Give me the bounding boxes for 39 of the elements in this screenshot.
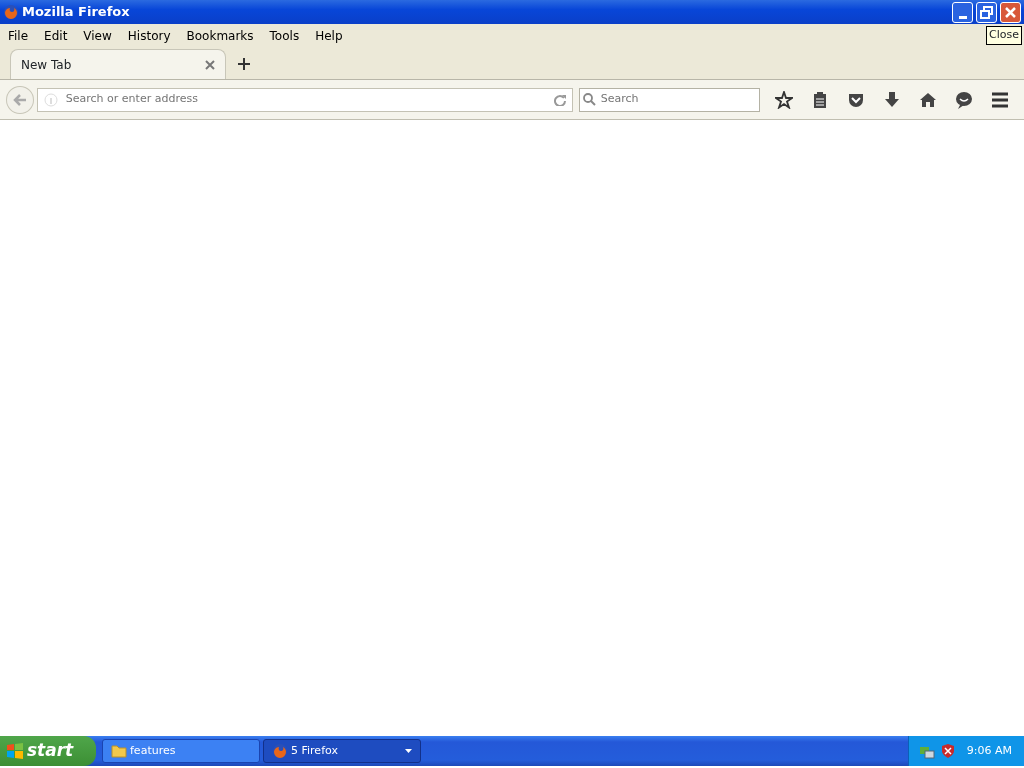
browser-tab[interactable]: New Tab: [10, 49, 226, 79]
firefox-icon: [272, 743, 288, 759]
chat-icon[interactable]: [955, 90, 974, 109]
menu-icon[interactable]: [991, 91, 1010, 108]
taskbar-button[interactable]: 5 Firefox: [263, 739, 421, 763]
reload-icon[interactable]: [553, 93, 566, 106]
menu-item[interactable]: Help: [307, 27, 351, 45]
menu-item[interactable]: Tools: [261, 27, 308, 45]
star-icon[interactable]: [775, 90, 794, 109]
menu-item[interactable]: Edit: [36, 27, 76, 45]
restore-button[interactable]: [976, 1, 997, 23]
search-bar[interactable]: Search: [578, 87, 761, 112]
search-icon: [582, 93, 596, 106]
shield-icon: [940, 743, 955, 759]
home-icon[interactable]: [919, 90, 938, 109]
menu-item[interactable]: Bookmarks: [178, 27, 262, 45]
firefox-icon: [3, 4, 19, 20]
minimize-button[interactable]: [952, 1, 973, 23]
tab-title: New Tab: [21, 56, 73, 74]
minimize-icon: [958, 15, 967, 19]
search-field[interactable]: Search: [598, 90, 757, 109]
caret-icon: [405, 749, 412, 753]
window-title: Mozilla Firefox: [22, 3, 131, 22]
download-icon[interactable]: [883, 90, 902, 109]
clock: 9:06 AM: [966, 742, 1012, 759]
menu-item[interactable]: File: [0, 27, 37, 45]
plus-icon[interactable]: [238, 58, 250, 70]
close-icon[interactable]: [205, 59, 215, 70]
back-arrow-icon: [12, 93, 27, 106]
tooltip: Close: [986, 26, 1022, 45]
windows-logo-icon: [6, 742, 24, 760]
close-button[interactable]: [1000, 1, 1021, 23]
info-icon: [43, 92, 58, 107]
taskbar-button[interactable]: features: [102, 739, 260, 763]
menu-item[interactable]: History: [119, 27, 179, 45]
menu-item[interactable]: View: [75, 27, 120, 45]
address-field[interactable]: Search or enter address: [63, 90, 548, 109]
address-bar[interactable]: Search or enter address: [36, 87, 573, 112]
folder-icon: [111, 744, 127, 758]
